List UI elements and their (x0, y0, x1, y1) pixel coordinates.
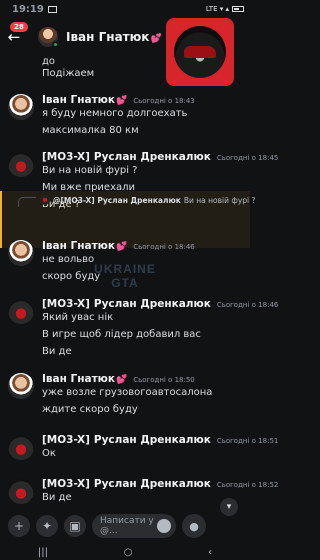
message-text[interactable]: Ви на новій фурі ? (42, 165, 137, 176)
heart-icon: 💕 (116, 242, 128, 252)
reply-text: Ви на новій фурі ? (183, 195, 256, 205)
network-indicators: LTE ▾ ▴ (205, 5, 229, 13)
microphone-icon: ● (189, 519, 199, 533)
add-attachment-button[interactable]: + (8, 515, 30, 537)
user-tag: [MO3-X] (42, 298, 90, 310)
message-timestamp: Сьогодні о 18:45 (216, 154, 279, 162)
user-avatar[interactable] (8, 373, 34, 399)
online-status-dot (52, 41, 59, 48)
message-header: [MO3-X] Руслан Дренкалюк Сьогодні о 18:4… (42, 151, 278, 163)
message-header: Іван Гнатюк 💕 Сьогодні о 18:50 (42, 373, 195, 385)
message-author[interactable]: Руслан Дренкалюк (94, 298, 211, 310)
gift-button[interactable]: ▣ (64, 515, 86, 537)
voice-message-button[interactable]: ● (182, 514, 206, 538)
user-avatar[interactable] (8, 298, 34, 324)
message-timestamp: Сьогодні о 18:52 (216, 481, 279, 489)
ukraine-gta-watermark: UKRAINE GTA (94, 262, 156, 290)
message-header: Іван Гнатюк 💕 Сьогодні о 18:43 (42, 94, 195, 106)
user-tag: [MO3-X] (42, 478, 90, 490)
message-text[interactable]: уже возле грузовогоавтосалона (42, 387, 212, 398)
message-timestamp: Сьогодні о 18:46 (216, 301, 279, 309)
message-input[interactable]: Написати у @... (92, 514, 176, 538)
car-shape (184, 46, 216, 58)
message-header: [MO3-X] Руслан Дренкалюк Сьогодні о 18:4… (42, 298, 278, 310)
reply-avatar (40, 195, 50, 205)
user-avatar[interactable] (8, 240, 34, 266)
message-header: Іван Гнатюк 💕 Сьогодні о 18:46 (42, 240, 195, 252)
mail-icon (47, 5, 57, 13)
user-avatar[interactable] (8, 151, 34, 177)
message-text[interactable]: Ви де (42, 346, 72, 357)
message-text[interactable]: Який увас нік (42, 312, 113, 323)
message-composer: + ✦ ▣ Написати у @... ● (0, 510, 250, 542)
user-avatar[interactable] (8, 434, 34, 460)
heart-icon: 💕 (116, 375, 128, 385)
message-text[interactable]: Ок (42, 448, 56, 459)
message-timestamp: Сьогодні о 18:51 (216, 437, 279, 445)
user-avatar[interactable] (8, 478, 34, 504)
emoji-icon[interactable] (157, 519, 171, 533)
battery-icon (232, 6, 244, 12)
message-timestamp: Сьогодні о 18:50 (133, 376, 195, 384)
system-nav-bar: ||| ○ ‹ (0, 544, 250, 560)
message-author[interactable]: Руслан Дренкалюк (94, 151, 211, 163)
message-author[interactable]: Іван Гнатюк (42, 240, 115, 252)
header-avatar[interactable] (38, 27, 59, 48)
chat-title[interactable]: Іван Гнатюк💕 (66, 30, 162, 44)
user-avatar[interactable] (8, 94, 34, 120)
message-text[interactable]: ждите скоро буду (42, 404, 138, 415)
message-author[interactable]: Руслан Дренкалюк (94, 434, 211, 446)
status-time: 19:19 (12, 3, 44, 15)
message-author[interactable]: Іван Гнатюк (42, 94, 115, 106)
apps-icon: ✦ (41, 519, 53, 533)
message-text[interactable]: максималка 80 км (42, 125, 139, 136)
message-author[interactable]: Руслан Дренкалюк (94, 478, 211, 490)
recent-apps-icon[interactable]: ||| (38, 547, 48, 558)
back-nav-icon[interactable]: ‹ (208, 547, 212, 558)
reply-author: @[MO3-X] Руслан Дренкалюк (53, 195, 181, 205)
user-tag: [MO3-X] (42, 151, 90, 163)
stub-message: до (42, 56, 56, 67)
heart-icon: 💕 (116, 96, 128, 106)
unread-badge: 28 (8, 20, 30, 34)
message-header: [MO3-X] Руслан Дренкалюк Сьогодні о 18:5… (42, 434, 278, 446)
message-timestamp: Сьогодні о 18:43 (133, 97, 195, 105)
status-indicators: LTE ▾ ▴ (206, 5, 244, 13)
plus-icon: + (13, 519, 25, 533)
message-text[interactable]: В игре щоб лідер добавил вас (42, 329, 201, 340)
apps-button[interactable]: ✦ (36, 515, 58, 537)
gift-icon: ▣ (69, 519, 81, 533)
floating-avatar-preview[interactable] (166, 18, 234, 86)
message-text[interactable]: я буду немного долгоехать (42, 108, 187, 119)
reply-connector (18, 197, 36, 207)
reply-preview[interactable]: @[MO3-X] Руслан Дренкалюк Ви на новій фу… (40, 195, 255, 205)
message-timestamp: Сьогодні о 18:46 (133, 243, 195, 251)
car-logo-icon (174, 26, 226, 78)
message-author[interactable]: Іван Гнатюк (42, 373, 115, 385)
stub-message: Подіжаем (42, 68, 95, 79)
message-text[interactable]: Ви де (42, 492, 72, 503)
home-icon[interactable]: ○ (124, 547, 133, 558)
user-tag: [MO3-X] (42, 434, 90, 446)
message-header: [MO3-X] Руслан Дренкалюк Сьогодні о 18:5… (42, 478, 278, 490)
status-bar: 19:19 LTE ▾ ▴ (0, 0, 250, 18)
